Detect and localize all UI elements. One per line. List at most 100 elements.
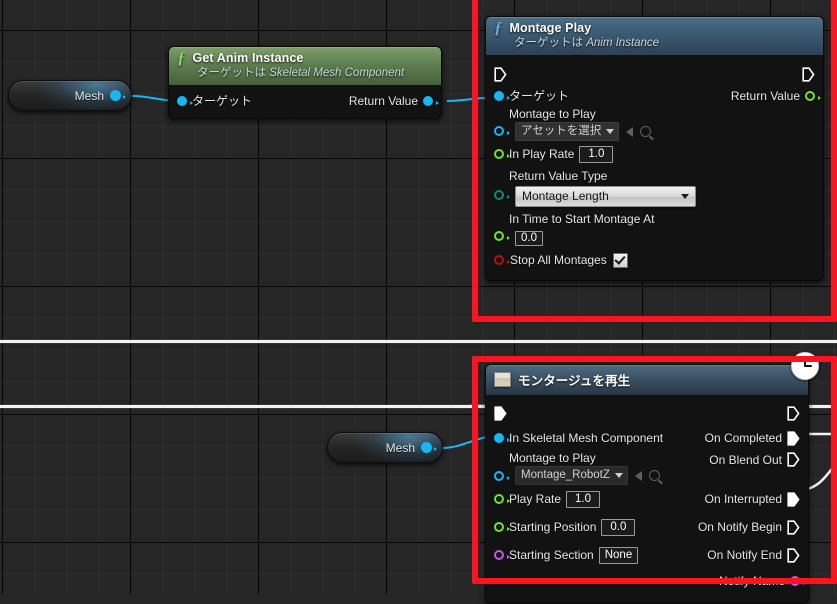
- montage-to-play-asset-picker[interactable]: Montage_RobotZ: [515, 466, 628, 485]
- return-value-output-label: Return Value: [348, 93, 418, 108]
- in-play-rate-label: In Play Rate: [509, 147, 575, 161]
- mesh-output-pin-top[interactable]: [110, 90, 126, 101]
- montage-to-play-group: Montage to Play アセットを選択: [509, 107, 652, 141]
- on-blend-out-exec-pin[interactable]: [787, 452, 800, 467]
- pin-row-starting-section: Starting Section None On Notify End: [486, 541, 808, 569]
- starting-section-input[interactable]: None: [598, 546, 639, 564]
- play-rate-label: Play Rate: [509, 492, 562, 506]
- chevron-down-icon: [606, 128, 615, 134]
- pin-row-montage-to-play: Montage to Play アセットを選択: [486, 106, 823, 142]
- in-time-to-start-montage-at-label: In Time to Start Montage At: [509, 212, 655, 226]
- node-title-label: Montage Play: [509, 21, 592, 35]
- node-body-montage-play: ターゲット Return Value Montage to Play アセットを…: [486, 55, 823, 280]
- node-title-play-montage: モンタージュを再生: [486, 365, 808, 395]
- montage-to-play-label: Montage to Play: [509, 107, 596, 121]
- pin-row-notify-name: Notify Name: [486, 569, 808, 593]
- return-value-type-input-pin[interactable]: [494, 190, 510, 200]
- montage-to-play-label: Montage to Play: [509, 451, 596, 465]
- target-input-label: ターゲット: [192, 94, 253, 108]
- exec-out-pin[interactable]: [802, 66, 815, 82]
- node-play-montage[interactable]: モンタージュを再生 In Skeletal Mesh Component On …: [485, 364, 809, 604]
- pin-row: ターゲット Return Value: [169, 92, 441, 109]
- in-skeletal-mesh-component-label: In Skeletal Mesh Component: [509, 431, 664, 445]
- target-input-pin[interactable]: [494, 90, 510, 101]
- play-rate-input-pin[interactable]: [494, 494, 510, 504]
- target-input-pin[interactable]: [177, 95, 193, 106]
- starting-position-input[interactable]: 0.0: [601, 518, 636, 536]
- on-blend-out-label: On Blend Out: [709, 452, 782, 467]
- mesh-variable-node-bottom[interactable]: Mesh: [327, 432, 443, 463]
- stop-all-montages-input-pin[interactable]: [494, 255, 510, 265]
- pin-row-in-time-to-start: In Time to Start Montage At 0.0: [486, 210, 823, 248]
- node-get-anim-instance[interactable]: ƒ Get Anim Instance ターゲットは Skeletal Mesh…: [168, 46, 442, 119]
- in-time-to-start-montage-at-input-pin[interactable]: [494, 231, 510, 241]
- return-value-output-label: Return Value: [730, 88, 800, 103]
- in-play-rate-input-pin[interactable]: [494, 149, 510, 159]
- on-notify-end-exec-pin[interactable]: [787, 547, 800, 563]
- node-subtitle: ターゲットは Anim Instance: [514, 34, 815, 50]
- target-input-label: ターゲット: [509, 89, 570, 103]
- return-value-type-label: Return Value Type: [509, 169, 608, 183]
- node-body-get-anim-instance: ターゲット Return Value: [169, 85, 441, 118]
- montage-to-play-group: Montage to Play Montage_RobotZ: [509, 451, 660, 485]
- starting-position-input-pin[interactable]: [494, 522, 510, 532]
- chevron-down-icon: [614, 472, 623, 478]
- node-subtitle-class: Anim Instance: [586, 37, 660, 49]
- on-notify-begin-label: On Notify Begin: [697, 520, 782, 534]
- exec-row: [486, 401, 808, 425]
- mesh-variable-node-top[interactable]: Mesh: [8, 80, 132, 111]
- node-title-label: Get Anim Instance: [192, 51, 304, 65]
- starting-section-input-pin[interactable]: [494, 550, 510, 560]
- exec-in-pin[interactable]: [494, 66, 507, 82]
- montage-to-play-asset-picker[interactable]: アセットを選択: [515, 122, 620, 141]
- pin-row: ターゲット Return Value: [486, 85, 823, 106]
- node-title-get-anim-instance: ƒ Get Anim Instance ターゲットは Skeletal Mesh…: [169, 47, 441, 85]
- exec-in-pin[interactable]: [494, 405, 507, 421]
- mesh-output-pin-bottom[interactable]: [421, 442, 437, 453]
- pin-row-stop-all-montages: Stop All Montages: [486, 248, 823, 272]
- in-time-to-start-montage-at-input[interactable]: 0.0: [515, 231, 543, 246]
- return-value-type-group: Return Value Type Montage Length: [509, 169, 696, 207]
- montage-to-play-input-pin[interactable]: [494, 126, 510, 136]
- node-body-play-montage: In Skeletal Mesh Component On Completed …: [486, 395, 808, 603]
- play-rate-input[interactable]: 1.0: [566, 490, 601, 508]
- node-title-label: モンタージュを再生: [518, 374, 631, 388]
- node-montage-play[interactable]: ƒ Montage Play ターゲットは Anim Instance ターゲッ…: [485, 16, 824, 281]
- guide-line-upper: [0, 340, 837, 343]
- montage-to-play-input-pin[interactable]: [494, 471, 510, 481]
- notify-name-output-pin[interactable]: [790, 576, 806, 586]
- chevron-down-icon: [681, 193, 689, 199]
- use-selected-asset-icon[interactable]: [634, 470, 642, 481]
- on-notify-begin-exec-pin[interactable]: [787, 519, 800, 535]
- node-subtitle: ターゲットは Skeletal Mesh Component: [197, 64, 433, 80]
- return-value-output-pin[interactable]: [805, 90, 821, 101]
- pin-row-play-rate: Play Rate 1.0 On Interrupted: [486, 485, 808, 513]
- clock-icon: [791, 352, 819, 380]
- on-interrupted-label: On Interrupted: [704, 492, 782, 506]
- on-interrupted-exec-pin[interactable]: [787, 491, 800, 507]
- stop-all-montages-checkbox[interactable]: [612, 252, 628, 268]
- notify-name-label: Notify Name: [718, 574, 785, 588]
- on-completed-label: On Completed: [704, 431, 782, 445]
- browse-asset-search-icon[interactable]: [648, 470, 660, 481]
- mesh-label-top: Mesh: [74, 88, 104, 103]
- pin-row-return-value-type: Return Value Type Montage Length: [486, 166, 823, 210]
- function-f-icon: ƒ: [494, 18, 503, 37]
- in-play-rate-input[interactable]: 1.0: [579, 145, 614, 163]
- node-title-montage-play: ƒ Montage Play ターゲットは Anim Instance: [486, 17, 823, 55]
- return-value-output-pin[interactable]: [423, 95, 439, 106]
- exec-out-pin[interactable]: [787, 405, 800, 421]
- mesh-label-bottom: Mesh: [385, 440, 415, 455]
- stop-all-montages-label: Stop All Montages: [510, 253, 607, 267]
- return-value-type-selected: Montage Length: [522, 189, 609, 203]
- browse-asset-search-icon[interactable]: [640, 126, 652, 137]
- on-completed-exec-pin[interactable]: [787, 430, 800, 446]
- in-skeletal-mesh-component-input-pin[interactable]: [494, 433, 510, 443]
- node-subtitle-prefix: ターゲットは: [197, 67, 270, 79]
- pin-row-starting-position: Starting Position 0.0 On Notify Begin: [486, 513, 808, 541]
- function-f-icon: ƒ: [177, 48, 186, 67]
- use-selected-asset-icon[interactable]: [626, 126, 634, 137]
- pin-row-montage-to-play: Montage to Play Montage_RobotZ On Blend …: [486, 451, 808, 485]
- starting-position-label: Starting Position: [509, 520, 597, 534]
- return-value-type-dropdown[interactable]: Montage Length: [515, 186, 696, 207]
